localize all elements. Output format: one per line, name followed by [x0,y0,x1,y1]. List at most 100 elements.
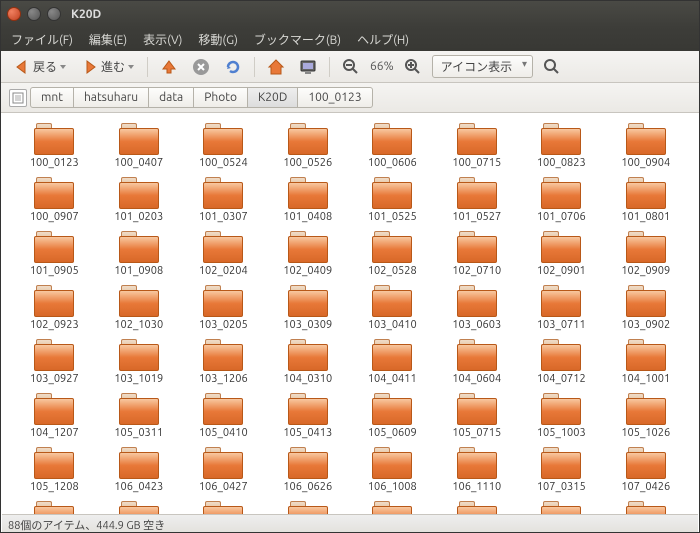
close-button[interactable] [7,7,21,21]
folder-item[interactable]: 104_0411 [352,337,433,387]
view-mode-select[interactable]: アイコン表示 [432,55,533,78]
folder-item[interactable]: 108_0429 [437,499,518,514]
folder-item[interactable]: 100_0823 [521,121,602,171]
folder-label: 106_0427 [199,481,248,493]
menu-bookmarks[interactable]: ブックマーク(B) [254,31,341,48]
folder-item[interactable]: 100_0904 [606,121,687,171]
menu-help[interactable]: ヘルプ(H) [357,31,409,48]
folder-item[interactable]: 101_0307 [183,175,264,225]
folder-item[interactable]: 101_0801 [606,175,687,225]
folder-item[interactable]: 108_0619 [521,499,602,514]
folder-item[interactable]: 104_0712 [521,337,602,387]
folder-item[interactable]: 106_0626 [268,445,349,495]
folder-item[interactable]: 107_0512 [14,499,95,514]
folder-item[interactable]: 103_1206 [183,337,264,387]
folder-item[interactable]: 101_0905 [14,229,95,279]
folder-item[interactable]: 101_0203 [99,175,180,225]
home-button[interactable] [263,56,289,78]
folder-item[interactable]: 100_0123 [14,121,95,171]
folder-label: 102_0909 [621,265,670,277]
menu-file[interactable]: ファイル(F) [11,31,73,48]
folder-item[interactable]: 105_0311 [99,391,180,441]
folder-item[interactable]: 106_1110 [437,445,518,495]
maximize-button[interactable] [47,7,61,21]
up-button[interactable] [156,56,182,78]
folder-item[interactable]: 103_0309 [268,283,349,333]
folder-item[interactable]: 104_0310 [268,337,349,387]
folder-item[interactable]: 102_0909 [606,229,687,279]
folder-item[interactable]: 106_0423 [99,445,180,495]
folder-item[interactable]: 101_0908 [99,229,180,279]
forward-button[interactable]: 進む [77,56,139,78]
back-button[interactable]: 戻る [9,56,71,78]
folder-item[interactable]: 102_0409 [268,229,349,279]
folder-item[interactable]: 103_0603 [437,283,518,333]
folder-item[interactable]: 105_0410 [183,391,264,441]
zoom-out-button[interactable] [338,56,364,78]
folder-item[interactable]: 102_0710 [437,229,518,279]
content-area: 100_0123 100_0407100_0524100_0526100_0606… [2,113,698,514]
menu-go[interactable]: 移動(G) [198,31,238,48]
breadcrumb-item[interactable]: K20D [247,87,298,108]
folder-item[interactable]: 103_0205 [183,283,264,333]
folder-item[interactable]: 105_1208 [14,445,95,495]
folder-item[interactable]: 104_1207 [14,391,95,441]
folder-item[interactable]: 105_0413 [268,391,349,441]
folder-item[interactable]: 100_0907 [14,175,95,225]
folder-item[interactable]: 105_0715 [437,391,518,441]
folder-item[interactable]: 100_0715 [437,121,518,171]
folder-label: 100_0907 [30,211,79,223]
folder-item[interactable]: 100_0524 [183,121,264,171]
menu-edit[interactable]: 編集(E) [89,31,127,48]
breadcrumb-item[interactable]: mnt [30,87,74,108]
breadcrumb-item[interactable]: hatsuharu [73,87,149,108]
path-edit-button[interactable] [9,89,27,107]
folder-item[interactable]: 102_0204 [183,229,264,279]
folder-item[interactable]: 105_0609 [352,391,433,441]
breadcrumb-item[interactable]: 100_0123 [297,87,372,108]
folder-item[interactable]: 102_0528 [352,229,433,279]
folder-icon [119,123,159,155]
folder-item[interactable]: 108_0710 [606,499,687,514]
folder-item[interactable]: 103_0711 [521,283,602,333]
folder-item[interactable]: 103_1019 [99,337,180,387]
folder-item[interactable]: 102_1030 [99,283,180,333]
computer-button[interactable] [295,56,321,78]
folder-item[interactable]: 107_0426 [606,445,687,495]
folder-label: 100_0123 [30,157,79,169]
breadcrumb-item[interactable]: Photo [193,87,248,108]
folder-item[interactable]: 100_0407 [99,121,180,171]
folder-item[interactable]: 102_0923 [14,283,95,333]
folder-item[interactable]: 106_0427 [183,445,264,495]
folder-item[interactable]: 101_0706 [521,175,602,225]
search-button[interactable] [539,56,565,78]
folder-item[interactable]: 104_1001 [606,337,687,387]
folder-item[interactable]: 101_0527 [437,175,518,225]
folder-item[interactable]: 105_1026 [606,391,687,441]
reload-button[interactable] [220,56,246,78]
folder-item[interactable]: 103_0927 [14,337,95,387]
folder-label: 101_0203 [114,211,163,223]
folder-item[interactable]: 107_0630 [99,499,180,514]
folder-item[interactable]: 108_0318 [352,499,433,514]
folder-item[interactable]: 101_0408 [268,175,349,225]
zoom-in-button[interactable] [400,56,426,78]
folder-item[interactable]: 103_0902 [606,283,687,333]
minimize-button[interactable] [27,7,41,21]
folder-item[interactable]: 100_0526 [268,121,349,171]
folder-item[interactable]: 107_1205 [268,499,349,514]
folder-item[interactable]: 106_1008 [352,445,433,495]
folder-item[interactable]: 101_0525 [352,175,433,225]
breadcrumb-item[interactable]: data [148,87,194,108]
folder-item[interactable]: 100_0606 [352,121,433,171]
folder-icon [372,501,412,514]
folder-item[interactable]: 107_0315 [521,445,602,495]
menu-view[interactable]: 表示(V) [143,31,182,48]
folder-item[interactable]: 104_0604 [437,337,518,387]
folder-item[interactable]: 102_0901 [521,229,602,279]
stop-button[interactable] [188,56,214,78]
folder-item[interactable]: 103_0410 [352,283,433,333]
folder-item[interactable]: 107_1011 [183,499,264,514]
statusbar: 88個のアイテム、444.9 GB 空き [2,514,698,532]
folder-item[interactable]: 105_1003 [521,391,602,441]
